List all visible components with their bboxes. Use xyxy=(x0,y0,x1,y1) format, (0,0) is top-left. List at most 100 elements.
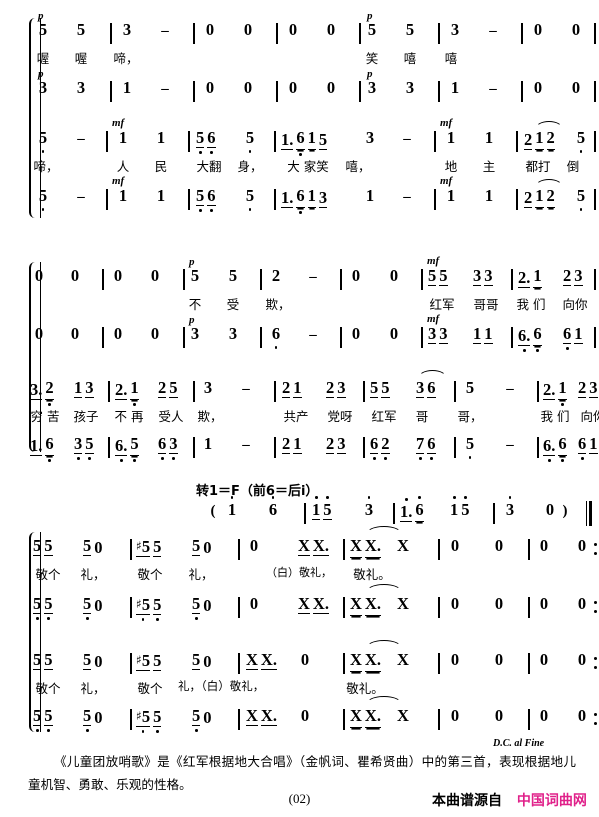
lyric: 敬礼。 xyxy=(346,681,384,696)
note: 1 xyxy=(450,78,460,97)
lyrics-soprano: 喔 喔 啼， 笑 嘻 嘻 xyxy=(37,48,594,68)
staff-alto-notes: 5 5 5 0 ♯5 5 5 0 0 X X. X X. X 0 0 0 0 xyxy=(33,584,597,630)
note: 0 xyxy=(494,706,504,725)
note: X xyxy=(397,536,409,555)
note: 6 xyxy=(578,434,587,460)
note: 1 xyxy=(365,186,375,205)
note: 2. xyxy=(518,268,531,288)
note: 0 xyxy=(539,650,549,669)
note: 1 xyxy=(293,434,302,454)
note: 2 xyxy=(546,187,555,208)
staff-bass-notes: 1. 6 3 5 6. 5 6 3 1 – 2 1 2 3 6 2 7 6 5 … xyxy=(30,434,598,470)
note: 0 xyxy=(203,652,212,671)
note: 6 xyxy=(45,435,54,462)
note: 5 xyxy=(33,594,42,620)
note: 3 xyxy=(589,378,598,398)
note: X. xyxy=(312,536,329,556)
lyric: 大翻 xyxy=(196,159,222,174)
lyric: 向你 xyxy=(580,409,599,424)
note: 0 xyxy=(203,596,212,615)
lyric: 身， xyxy=(237,159,263,174)
note: 2 xyxy=(524,188,533,208)
note: X xyxy=(246,706,258,726)
lyrics-soprano: 敬个 礼， 敬个 礼， （白）敬礼， 敬礼。 xyxy=(35,564,594,584)
note: 2 xyxy=(282,378,291,398)
note: 6 xyxy=(207,186,216,212)
system-2: 0 0 0 0 p 5 5 2 – 0 0 mf 5 5 3 3 2. 1 2 … xyxy=(0,255,599,462)
lyrics-tenor: 啼， 人 民 大翻 身， 大 家笑 嘻， 地 主 都打 倒 xyxy=(33,156,594,176)
note: 2 xyxy=(158,378,167,398)
note: X xyxy=(298,594,310,614)
note: 3. xyxy=(30,380,43,400)
note: X. xyxy=(364,707,381,728)
lyric: 嘻 xyxy=(444,51,458,66)
note: 1 xyxy=(227,496,237,519)
note: 3 xyxy=(439,324,448,344)
lyric: 都打 xyxy=(525,159,551,174)
note: 1. xyxy=(400,498,413,522)
note: 5 xyxy=(367,20,377,39)
note: 1 xyxy=(118,186,128,205)
note: 0 xyxy=(205,78,215,97)
note: 0 xyxy=(203,538,212,557)
note: 1 xyxy=(203,434,213,453)
note: 3 xyxy=(484,266,493,286)
note: 1 xyxy=(484,324,493,344)
note: 5 xyxy=(38,20,48,39)
note: 6 xyxy=(427,434,436,460)
note: 0 xyxy=(243,78,253,97)
lyric: 我 们 xyxy=(540,409,570,424)
system-1: p 5 5 3 – 0 0 0 0 p 5 5 3 – 0 0 喔 喔 啼， 笑… xyxy=(0,10,599,227)
note: 3 xyxy=(122,20,132,39)
note: ♯5 xyxy=(136,651,151,671)
note: 2 xyxy=(524,130,533,150)
lyric: 向你 xyxy=(562,297,588,312)
note: 1 xyxy=(118,128,128,147)
lyric: 红军 xyxy=(429,297,455,312)
note: 2 xyxy=(326,378,335,398)
note: 5 xyxy=(76,20,86,39)
note: 3 xyxy=(74,434,83,460)
note: 5 xyxy=(33,706,42,732)
note: 1 xyxy=(535,129,544,150)
note: 5 xyxy=(576,186,586,211)
lyric: 礼， xyxy=(80,567,106,582)
lyric: 嘻， xyxy=(345,159,371,174)
lyric: 礼， xyxy=(188,567,214,582)
lyric: 欺， xyxy=(265,297,291,312)
note: 5 xyxy=(153,707,162,733)
note: 1 xyxy=(589,434,598,454)
note: 0 xyxy=(300,706,310,725)
staff-bass-notes: 5 – mf 1 1 5 6 5 1. 6 1 3 1 – mf 1 1 2 1… xyxy=(38,175,596,222)
note: 0 xyxy=(450,650,460,669)
note: 0 xyxy=(288,78,298,97)
lyric: 啼， xyxy=(33,159,59,174)
note: 5 xyxy=(153,595,162,621)
note: 3 xyxy=(416,378,425,398)
lyric: 党呀 xyxy=(327,409,353,424)
lyric: 不 再 xyxy=(114,409,144,424)
note: ♯5 xyxy=(136,595,151,621)
note: 2 xyxy=(271,266,281,285)
note: 3 xyxy=(228,324,238,343)
staff-bass-notes: 5 5 5 0 ♯5 5 5 0 X X. 0 X X. X 0 0 0 0 xyxy=(33,696,597,742)
note: 6 xyxy=(415,496,424,522)
note: 0 xyxy=(577,706,587,725)
note: 5 xyxy=(192,706,201,732)
lyric: 地 xyxy=(444,159,458,174)
note: 2 xyxy=(326,434,335,454)
lyric: 嘻 xyxy=(403,51,417,66)
lyric: 孩子 xyxy=(73,409,99,424)
note: 5 xyxy=(38,186,48,211)
note: 1 xyxy=(130,379,139,406)
note: 5 xyxy=(83,594,92,620)
note: 3 xyxy=(85,378,94,398)
lyric: 喔 xyxy=(36,51,50,66)
note: 1. xyxy=(281,188,294,208)
note: ♯5 xyxy=(136,537,151,557)
note: 0 xyxy=(539,536,549,555)
lyric: 敬礼。 xyxy=(353,567,391,582)
lyric: 喔 xyxy=(74,51,88,66)
note: 0 xyxy=(577,536,587,555)
note: 0 xyxy=(326,20,336,39)
